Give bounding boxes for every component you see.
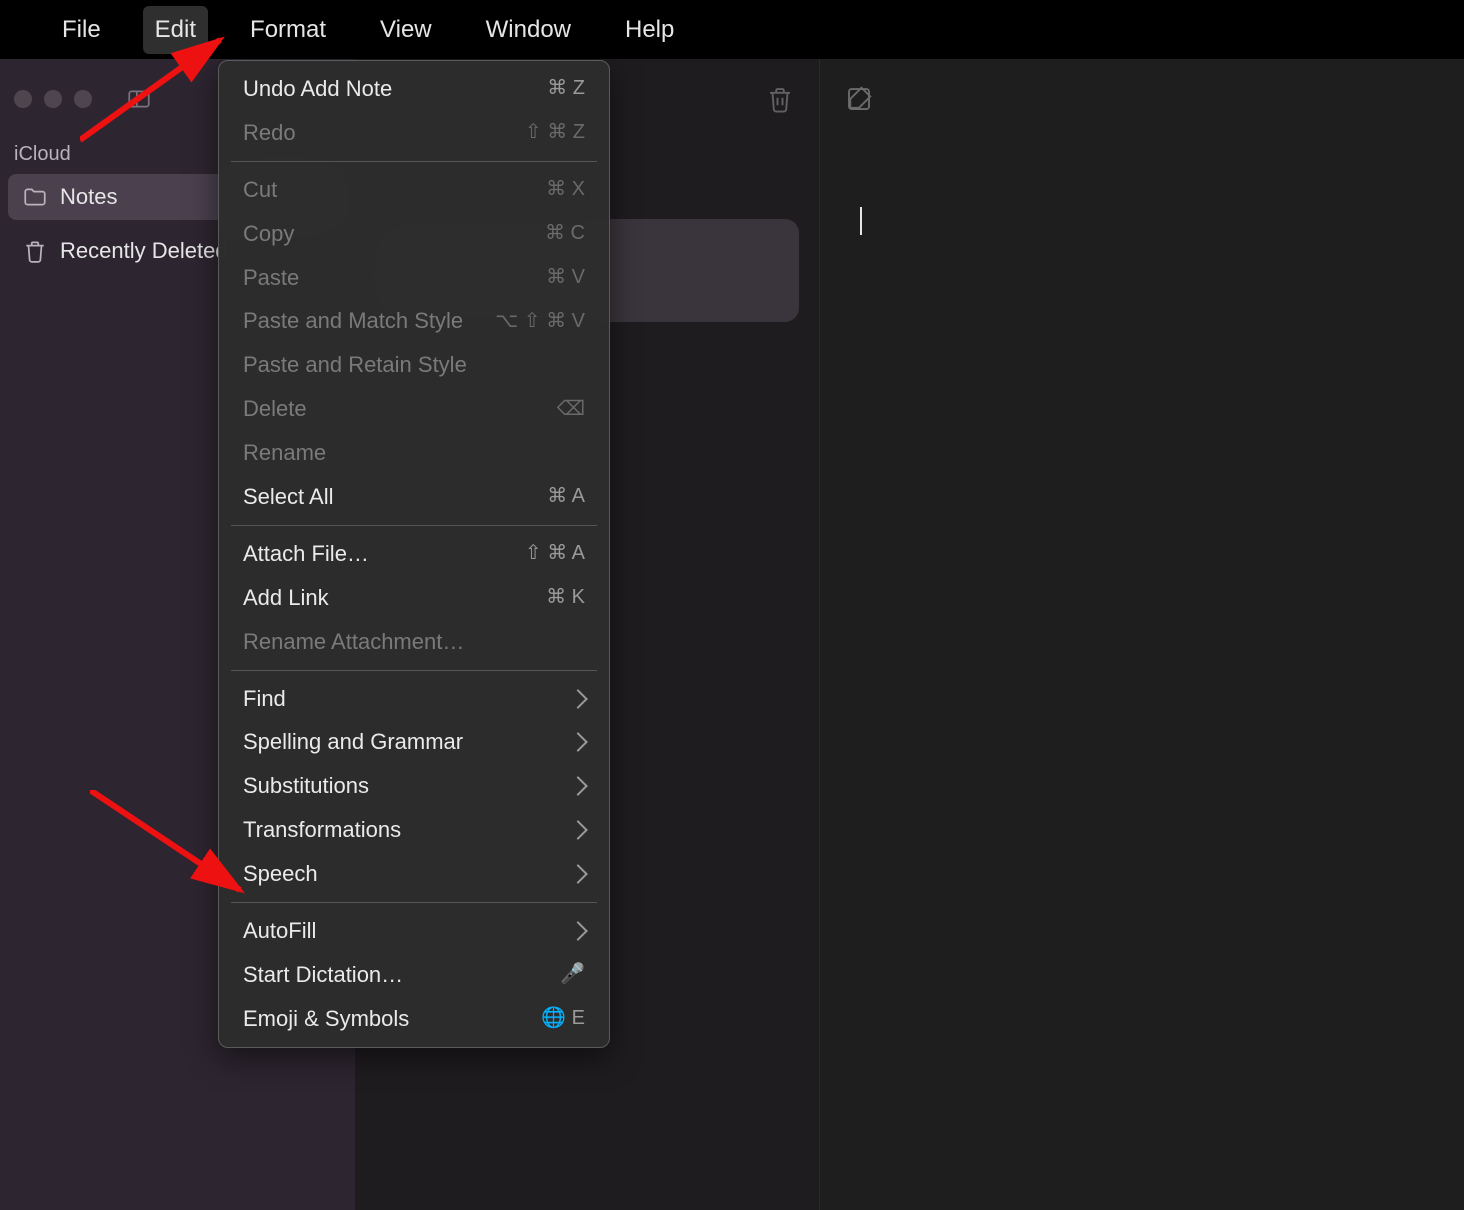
menu-item-shortcut: ⌘ X xyxy=(546,175,585,204)
menubar-file[interactable]: File xyxy=(50,6,113,54)
chevron-right-icon xyxy=(571,735,585,749)
menu-item-label: Select All xyxy=(243,481,334,513)
menu-item-label: AutoFill xyxy=(243,915,316,947)
menu-item-find[interactable]: Find xyxy=(219,677,609,721)
menu-item-cut: Cut ⌘ X xyxy=(219,168,609,212)
menu-item-rename-attachment: Rename Attachment… xyxy=(219,620,609,664)
menu-item-redo: Redo ⇧ ⌘ Z xyxy=(219,111,609,155)
menu-item-undo-add-note[interactable]: Undo Add Note ⌘ Z xyxy=(219,67,609,111)
menubar-view[interactable]: View xyxy=(368,6,444,54)
menu-separator xyxy=(231,525,597,526)
menu-item-transformations[interactable]: Transformations xyxy=(219,808,609,852)
sidebar-folder-label: Notes xyxy=(60,184,117,210)
sidebar-folder-label: Recently Deleted xyxy=(60,238,228,264)
menu-item-add-link[interactable]: Add Link ⌘ K xyxy=(219,576,609,620)
menu-item-paste-and-retain-style: Paste and Retain Style xyxy=(219,343,609,387)
chevron-right-icon xyxy=(571,924,585,938)
menu-item-shortcut: ⌘ C xyxy=(545,219,585,248)
menubar-window[interactable]: Window xyxy=(474,6,583,54)
menu-separator xyxy=(231,161,597,162)
menu-item-substitutions[interactable]: Substitutions xyxy=(219,764,609,808)
menu-item-rename: Rename xyxy=(219,431,609,475)
window-controls xyxy=(14,90,92,108)
editor-column[interactable] xyxy=(820,59,1464,1210)
edit-menu-dropdown: Undo Add Note ⌘ Z Redo ⇧ ⌘ Z Cut ⌘ X Copy ⌘ C Pa… xyxy=(218,60,610,1048)
menubar-help[interactable]: Help xyxy=(613,6,686,54)
delete-note-icon[interactable] xyxy=(765,84,795,114)
menu-item-shortcut: ⌘ Z xyxy=(547,74,585,103)
menu-item-start-dictation[interactable]: Start Dictation… 🎤 xyxy=(219,953,609,997)
menubar-edit[interactable]: Edit xyxy=(143,6,208,54)
chevron-right-icon xyxy=(571,867,585,881)
compose-icon[interactable] xyxy=(844,84,874,114)
window-close-button[interactable] xyxy=(14,90,32,108)
menu-item-select-all[interactable]: Select All ⌘ A xyxy=(219,475,609,519)
menu-item-label: Speech xyxy=(243,858,318,890)
menu-item-speech[interactable]: Speech xyxy=(219,852,609,896)
menu-separator xyxy=(231,902,597,903)
menu-item-label: Substitutions xyxy=(243,770,369,802)
menu-item-label: Copy xyxy=(243,218,294,250)
menu-item-label: Delete xyxy=(243,393,307,425)
menu-item-label: Add Link xyxy=(243,582,329,614)
menubar: Notes File Edit Format View Window Help xyxy=(0,0,1464,59)
menu-item-label: Transformations xyxy=(243,814,401,846)
menu-item-paste: Paste ⌘ V xyxy=(219,256,609,300)
editor-toolbar xyxy=(820,59,1464,139)
menu-item-label: Paste and Match Style xyxy=(243,305,463,337)
menu-item-autofill[interactable]: AutoFill xyxy=(219,909,609,953)
menu-item-shortcut: 🌐 E xyxy=(541,1004,585,1033)
menu-item-delete: Delete ⌫ xyxy=(219,387,609,431)
menu-item-label: Cut xyxy=(243,174,277,206)
chevron-right-icon xyxy=(571,692,585,706)
menu-separator xyxy=(231,670,597,671)
trash-icon xyxy=(22,238,48,264)
sidebar-toggle-icon[interactable] xyxy=(126,86,152,112)
text-cursor xyxy=(860,207,862,235)
menu-item-label: Attach File… xyxy=(243,538,369,570)
menu-item-label: Rename Attachment… xyxy=(243,626,464,658)
menu-item-label: Paste xyxy=(243,262,299,294)
menu-item-shortcut: ⌫ xyxy=(557,395,585,424)
menu-item-label: Start Dictation… xyxy=(243,959,403,991)
chevron-right-icon xyxy=(571,823,585,837)
menu-item-shortcut: ⌘ V xyxy=(546,263,585,292)
menu-item-label: Emoji & Symbols xyxy=(243,1003,409,1035)
menu-item-shortcut: ⌥ ⇧ ⌘ V xyxy=(495,307,585,336)
window-zoom-button[interactable] xyxy=(74,90,92,108)
chevron-right-icon xyxy=(571,779,585,793)
menu-item-label: Redo xyxy=(243,117,296,149)
menu-item-shortcut: ⇧ ⌘ A xyxy=(525,539,585,568)
folder-icon xyxy=(22,184,48,210)
menu-item-label: Rename xyxy=(243,437,326,469)
menu-item-shortcut: 🎤 xyxy=(560,960,585,989)
menu-item-shortcut: ⌘ K xyxy=(546,583,585,612)
menu-item-label: Undo Add Note xyxy=(243,73,392,105)
window-minimize-button[interactable] xyxy=(44,90,62,108)
menu-item-paste-and-match-style: Paste and Match Style ⌥ ⇧ ⌘ V xyxy=(219,299,609,343)
menu-item-label: Paste and Retain Style xyxy=(243,349,467,381)
menu-item-attach-file[interactable]: Attach File… ⇧ ⌘ A xyxy=(219,532,609,576)
menu-item-spelling-and-grammar[interactable]: Spelling and Grammar xyxy=(219,720,609,764)
menu-item-shortcut: ⇧ ⌘ Z xyxy=(525,118,585,147)
menu-item-label: Spelling and Grammar xyxy=(243,726,463,758)
menubar-format[interactable]: Format xyxy=(238,6,338,54)
menu-item-label: Find xyxy=(243,683,286,715)
menu-item-emoji-symbols[interactable]: Emoji & Symbols 🌐 E xyxy=(219,997,609,1041)
menu-item-shortcut: ⌘ A xyxy=(547,482,585,511)
menu-item-copy: Copy ⌘ C xyxy=(219,212,609,256)
